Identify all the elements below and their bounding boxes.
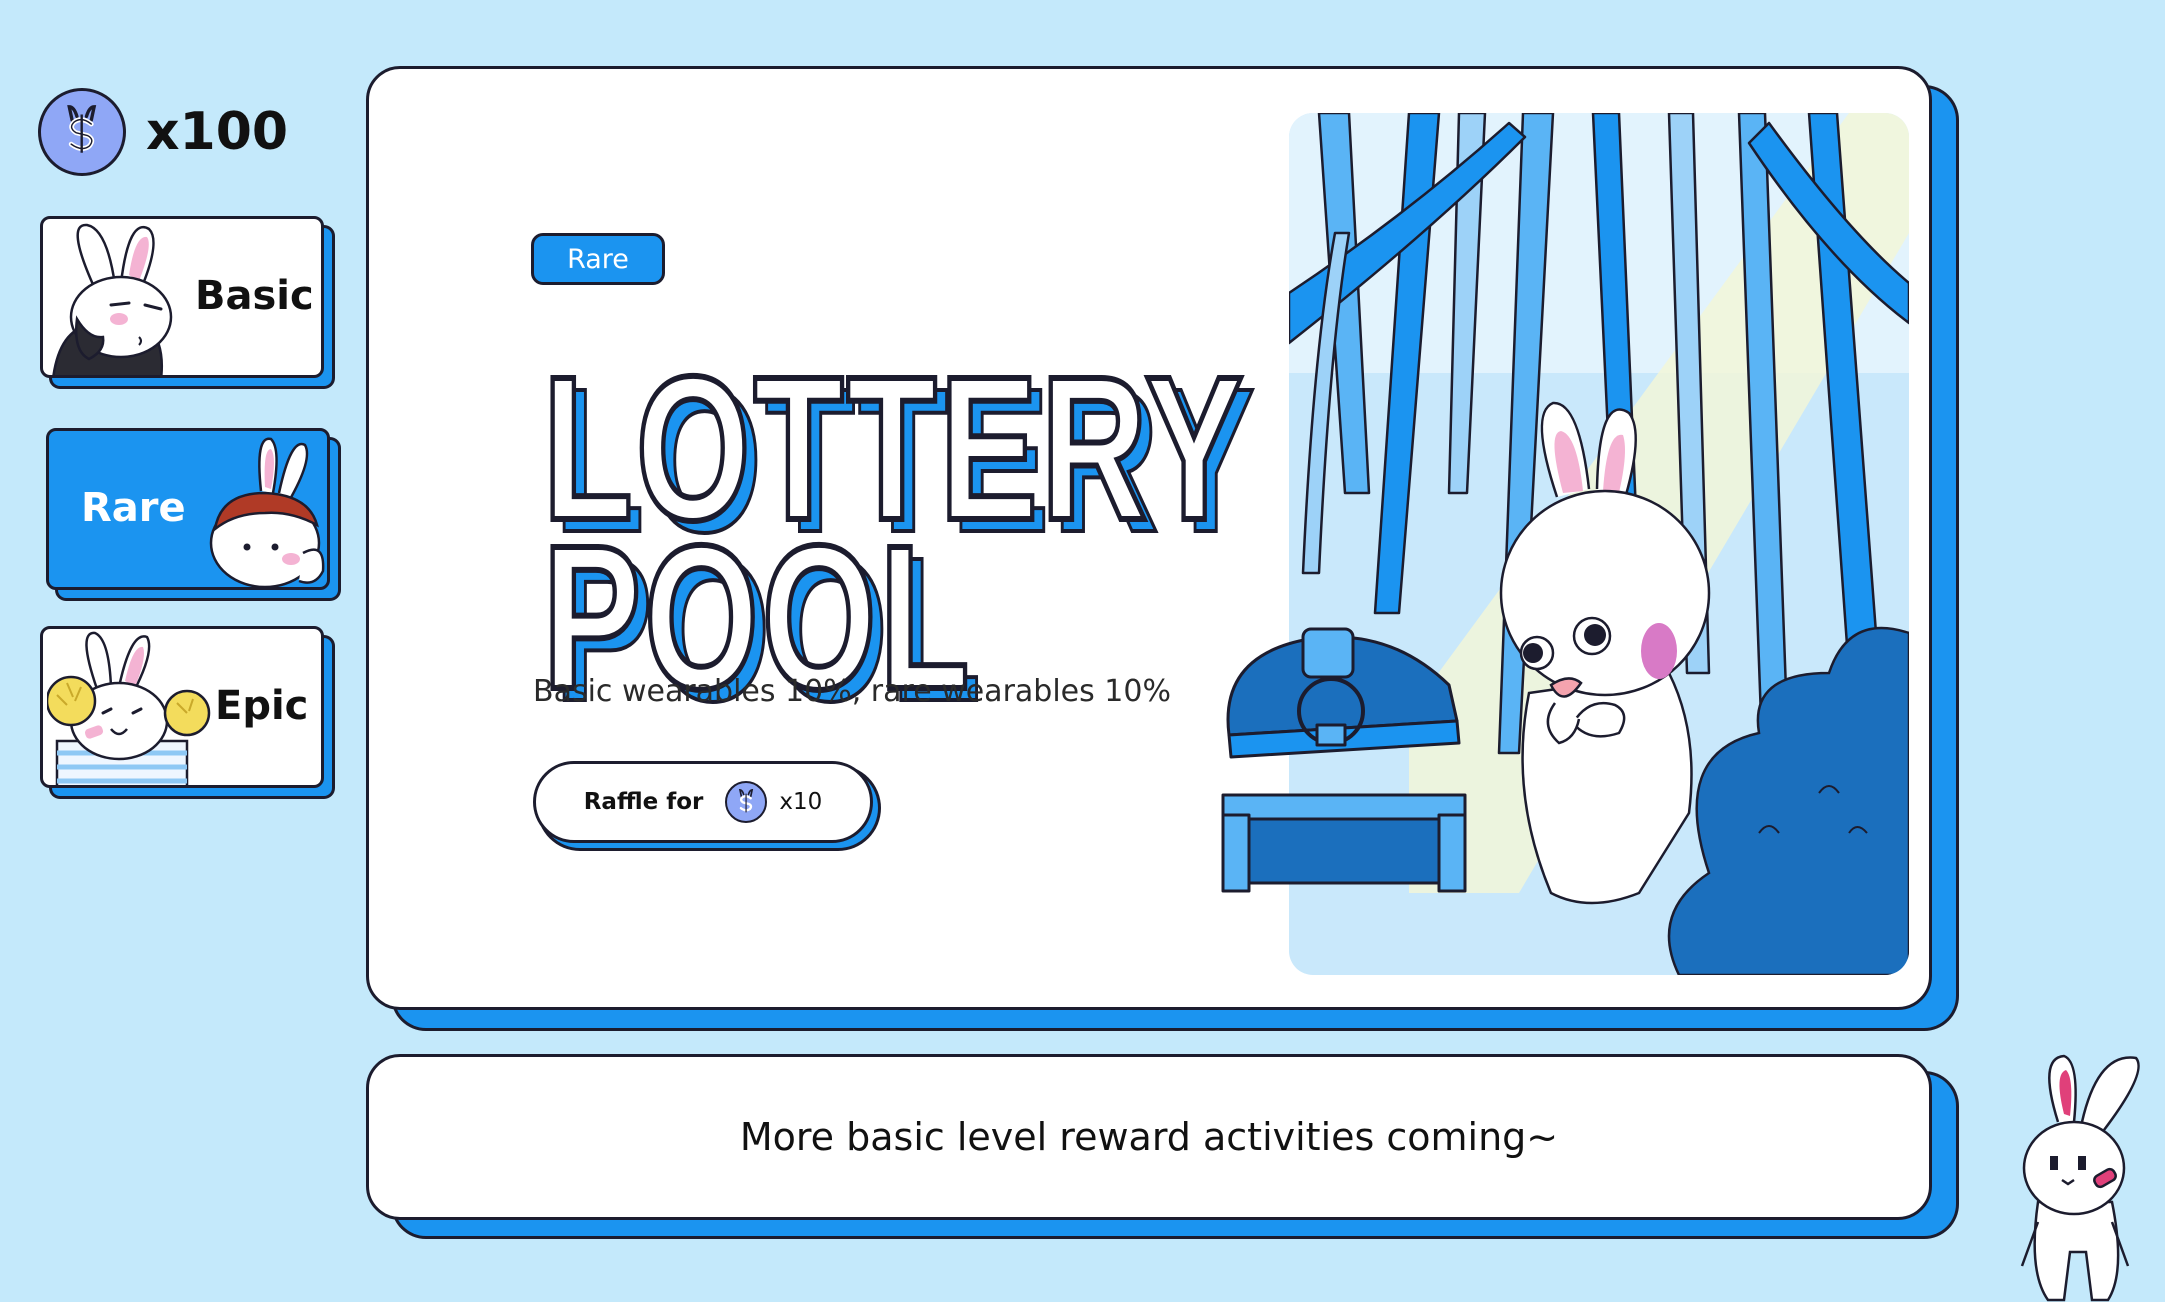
tier-card-basic[interactable]: Basic: [40, 216, 324, 378]
rarity-badge: Rare: [531, 233, 665, 285]
coming-soon-text: More basic level reward activities comin…: [739, 1115, 1559, 1159]
treasure-chest-illustration: [1221, 627, 1467, 893]
bunny-sleepy-illustration: [52, 223, 173, 375]
coin-balance: x100: [38, 86, 288, 178]
tier-card-epic[interactable]: Epic: [40, 626, 324, 788]
tier-card-rare[interactable]: Rare: [46, 428, 330, 590]
tier-label-rare: Rare: [81, 485, 186, 531]
raffle-button-label: Raffle for: [583, 789, 704, 815]
bunny-coin-icon: [38, 88, 126, 176]
bunny-mascot-illustration: [2020, 1054, 2140, 1302]
bunny-coin-icon: [725, 781, 768, 823]
bunny-rare-illustration: [209, 437, 325, 587]
lottery-pool-panel: Rare LOTTERY LOTTERY POOL POOL Basic wea…: [366, 66, 1932, 1010]
coming-soon-banner: More basic level reward activities comin…: [366, 1054, 1932, 1220]
tier-label-epic: Epic: [215, 683, 309, 729]
raffle-cost: x10: [779, 789, 823, 815]
pool-description: Basic wearables 10%, rare wearables 10%: [533, 674, 1171, 709]
coin-balance-count: x100: [146, 102, 289, 162]
tier-label-basic: Basic: [195, 273, 314, 319]
bunny-cheerleader-illustration: [47, 631, 211, 785]
raffle-button[interactable]: Raffle for x10: [533, 761, 873, 843]
pool-title: LOTTERY LOTTERY POOL POOL: [540, 331, 1256, 717]
